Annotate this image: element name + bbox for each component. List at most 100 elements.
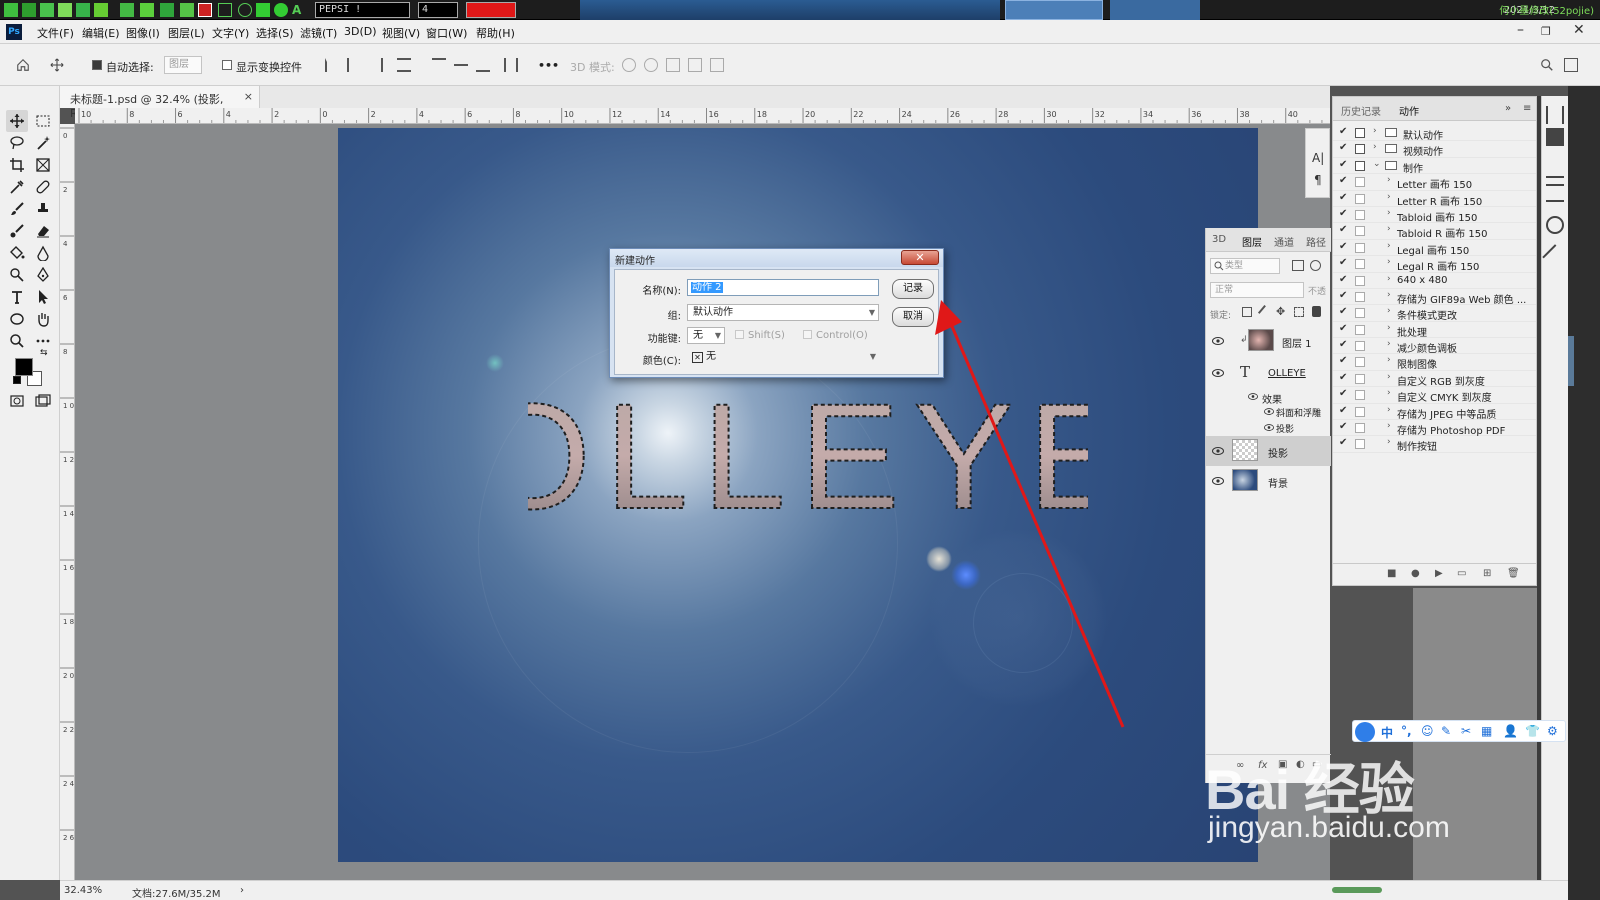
dialog-toggle-box[interactable] bbox=[1355, 390, 1365, 401]
history-brush-tool-button[interactable] bbox=[6, 220, 28, 242]
new-set-icon[interactable]: ▭ bbox=[1457, 568, 1466, 579]
distribute-vertical-icon[interactable] bbox=[504, 58, 518, 72]
menu-edit[interactable]: 编辑(E) bbox=[82, 25, 120, 41]
dialog-close-button[interactable]: ✕ bbox=[901, 250, 939, 265]
shape-tool-button[interactable] bbox=[6, 308, 28, 330]
chevron-right-icon[interactable]: › bbox=[1387, 323, 1391, 333]
chevron-right-icon[interactable]: › bbox=[1387, 175, 1391, 185]
new-group-icon[interactable]: ▭ bbox=[1312, 759, 1321, 770]
brush-tool-button[interactable] bbox=[6, 198, 28, 220]
ime-handwriting-icon[interactable]: ✎ bbox=[1441, 724, 1451, 738]
chevron-right-icon[interactable]: › bbox=[1387, 405, 1391, 415]
color-swatch-field[interactable] bbox=[466, 2, 516, 18]
bucket-tool-button[interactable] bbox=[6, 242, 28, 264]
folder-icon[interactable] bbox=[94, 3, 108, 17]
eyedropper-tool-button[interactable] bbox=[6, 176, 28, 198]
dialog-toggle-box[interactable] bbox=[1355, 341, 1365, 352]
pen-tool-button[interactable] bbox=[32, 264, 54, 286]
chevron-right-icon[interactable]: › bbox=[1387, 192, 1391, 202]
home-icon[interactable] bbox=[16, 58, 30, 72]
stop-recording-icon[interactable]: ■ bbox=[1387, 568, 1396, 579]
action-item[interactable]: ✔ › Letter 画布 150 bbox=[1333, 174, 1536, 191]
3d-scale-icon[interactable] bbox=[710, 58, 724, 72]
fx-icon[interactable]: fx bbox=[1258, 760, 1267, 771]
action-enabled-check-icon[interactable]: ✔ bbox=[1339, 274, 1347, 285]
tab-layers[interactable]: 图层 bbox=[1242, 234, 1262, 249]
play-action-icon[interactable]: ▶ bbox=[1435, 568, 1443, 579]
action-enabled-check-icon[interactable]: ✔ bbox=[1339, 241, 1347, 252]
show-transform-checkbox[interactable] bbox=[222, 60, 232, 70]
paragraph-panel-icon[interactable]: ¶ bbox=[1314, 173, 1322, 187]
green-tool-icon[interactable] bbox=[4, 3, 18, 17]
action-enabled-check-icon[interactable]: ✔ bbox=[1339, 126, 1347, 137]
font-name-field[interactable]: PEPSI ! bbox=[315, 2, 410, 18]
action-item[interactable]: ✔ › 存储为 GIF89a Web 颜色 ... bbox=[1333, 289, 1536, 306]
path-select-tool-button[interactable] bbox=[32, 286, 54, 308]
ime-skin-icon[interactable]: 👕 bbox=[1525, 724, 1540, 738]
action-item[interactable]: ✔ › 减少颜色调板 bbox=[1333, 338, 1536, 355]
clone-source-icon[interactable] bbox=[1546, 216, 1564, 234]
effect-row-bevel[interactable]: 斜面和浮雕 bbox=[1206, 404, 1331, 420]
foreground-color-swatch[interactable] bbox=[15, 358, 33, 376]
dialog-toggle-box[interactable] bbox=[1355, 324, 1365, 335]
align-right-icon[interactable] bbox=[369, 58, 383, 72]
visibility-eye-icon[interactable] bbox=[1212, 477, 1224, 485]
action-item[interactable]: ✔ › 批处理 bbox=[1333, 322, 1536, 339]
search-icon[interactable] bbox=[1540, 58, 1554, 72]
action-item[interactable]: ✔ › 制作按钮 bbox=[1333, 436, 1536, 453]
chevron-right-icon[interactable]: › bbox=[1387, 290, 1391, 300]
dialog-toggle-box[interactable] bbox=[1355, 177, 1365, 188]
action-enabled-check-icon[interactable]: ✔ bbox=[1339, 175, 1347, 186]
menu-view[interactable]: 视图(V) bbox=[382, 25, 420, 41]
action-enabled-check-icon[interactable]: ✔ bbox=[1339, 339, 1347, 350]
taskbar-apps[interactable] bbox=[580, 0, 1000, 20]
collapse-panel-icon[interactable]: » bbox=[1505, 103, 1511, 114]
marquee-tool-button[interactable] bbox=[32, 110, 54, 132]
layer-row-olleye[interactable]: T OLLEYE bbox=[1206, 358, 1331, 388]
align-bottom-icon[interactable] bbox=[476, 58, 490, 72]
action-item[interactable]: ✔ › 自定义 CMYK 到灰度 bbox=[1333, 387, 1536, 404]
dialog-toggle-box[interactable] bbox=[1355, 144, 1365, 155]
action-item[interactable]: ✔ › 视频动作 bbox=[1333, 141, 1536, 158]
control-checkbox[interactable]: Control(O) bbox=[803, 330, 868, 341]
ime-chinese-mode[interactable]: 中 bbox=[1381, 724, 1393, 741]
action-enabled-check-icon[interactable]: ✔ bbox=[1339, 208, 1347, 219]
move-tool-button[interactable] bbox=[6, 110, 28, 132]
action-enabled-check-icon[interactable]: ✔ bbox=[1339, 372, 1347, 383]
action-item[interactable]: ✔ › 限制图像 bbox=[1333, 354, 1536, 371]
layer-row-background[interactable]: 背景 bbox=[1206, 466, 1331, 496]
document-canvas[interactable]: OLLEYE bbox=[338, 128, 1258, 862]
menu-filter[interactable]: 滤镜(T) bbox=[300, 25, 337, 41]
hand-tool-button[interactable] bbox=[32, 308, 54, 330]
screen-mode-button[interactable] bbox=[32, 390, 54, 412]
chevron-right-icon[interactable]: › bbox=[1387, 208, 1391, 218]
action-enabled-check-icon[interactable]: ✔ bbox=[1339, 192, 1347, 203]
chevron-right-icon[interactable]: › bbox=[1387, 306, 1391, 316]
ime-punctuation-icon[interactable]: °, bbox=[1401, 724, 1412, 738]
dialog-toggle-box[interactable] bbox=[1355, 128, 1365, 138]
menu-help[interactable]: 帮助(H) bbox=[476, 25, 515, 41]
ime-user-icon[interactable]: 👤 bbox=[1503, 724, 1518, 738]
chevron-right-icon[interactable]: › bbox=[1387, 224, 1391, 234]
action-item[interactable]: ✔ › Legal R 画布 150 bbox=[1333, 256, 1536, 273]
chevron-right-icon[interactable]: › bbox=[1387, 241, 1391, 251]
save-icon[interactable] bbox=[22, 3, 36, 17]
lasso-tool-button[interactable] bbox=[6, 132, 28, 154]
chevron-right-icon[interactable]: › bbox=[1387, 388, 1391, 398]
chevron-right-icon[interactable]: › bbox=[1387, 372, 1391, 382]
menu-select[interactable]: 选择(S) bbox=[256, 25, 294, 41]
filled-rect-icon[interactable] bbox=[256, 3, 270, 17]
dialog-toggle-box[interactable] bbox=[1355, 423, 1365, 434]
align-left-icon[interactable] bbox=[325, 58, 339, 72]
disk-icon[interactable] bbox=[76, 3, 90, 17]
stamp-tool-button[interactable] bbox=[32, 198, 54, 220]
ime-settings-icon[interactable]: ⚙ bbox=[1547, 724, 1558, 738]
chevron-down-icon[interactable]: ⌄ bbox=[1373, 159, 1381, 169]
action-item[interactable]: ✔ › 存储为 Photoshop PDF bbox=[1333, 420, 1536, 437]
action-item[interactable]: ✔ › 自定义 RGB 到灰度 bbox=[1333, 371, 1536, 388]
menu-layer[interactable]: 图层(L) bbox=[168, 25, 205, 41]
visibility-eye-icon[interactable] bbox=[1212, 337, 1224, 345]
menu-3d[interactable]: 3D(D) bbox=[344, 25, 377, 38]
ime-keyboard-icon[interactable]: ▦ bbox=[1481, 724, 1492, 738]
auto-select-checkbox[interactable] bbox=[92, 60, 102, 70]
